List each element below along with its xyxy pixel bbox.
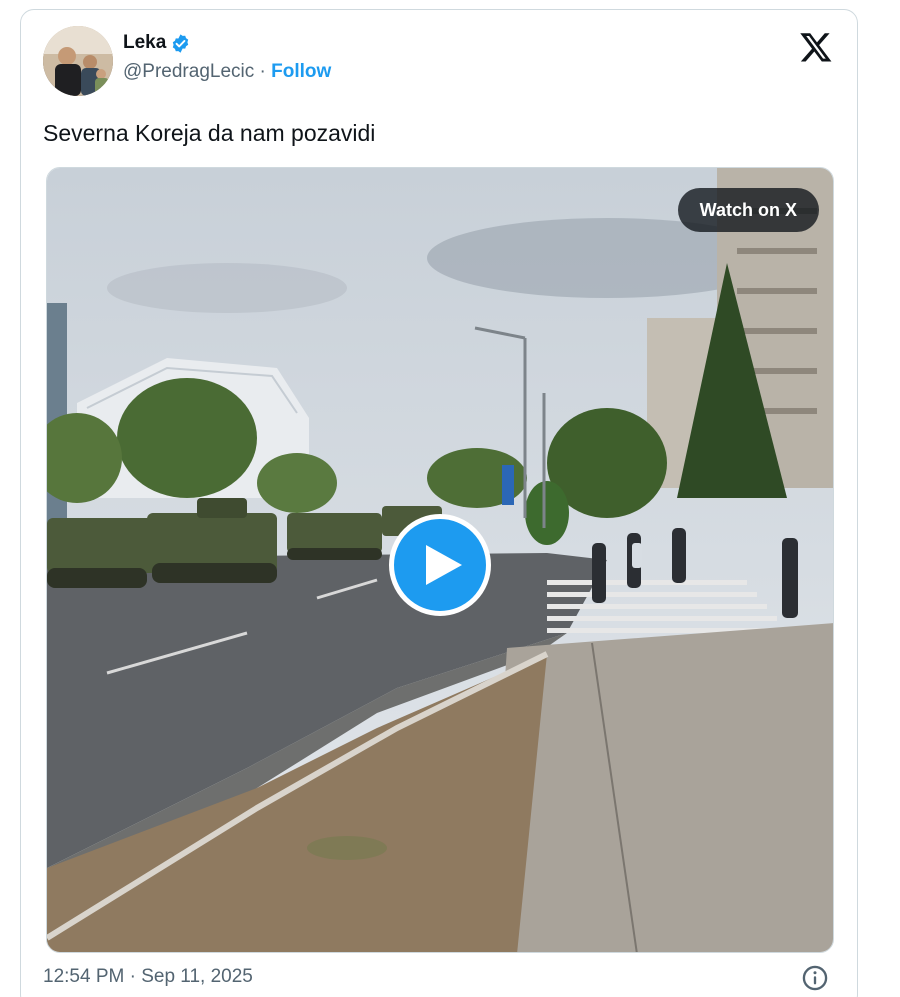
tweet-timestamp[interactable]: 12:54 PM · Sep 11, 2025 bbox=[43, 966, 253, 987]
tweet-header: Leka @PredragLecic · Follow bbox=[43, 24, 837, 96]
handle-separator: · bbox=[259, 61, 266, 82]
play-icon bbox=[426, 545, 462, 585]
verified-badge-icon bbox=[173, 33, 189, 53]
author-display-name[interactable]: Leka bbox=[123, 32, 166, 54]
author-handle[interactable]: @PredragLecic bbox=[123, 61, 254, 82]
x-logo-icon[interactable] bbox=[799, 30, 833, 64]
author-name-row[interactable]: Leka bbox=[123, 32, 191, 54]
video-media[interactable]: Watch on X bbox=[46, 167, 834, 953]
tweet-card: Leka @PredragLecic · Follow Severna Kore… bbox=[20, 9, 858, 997]
handle-row: @PredragLecic · Follow bbox=[123, 61, 331, 83]
avatar-image bbox=[43, 26, 113, 96]
info-icon[interactable] bbox=[801, 964, 829, 992]
tweet-footer: 12:54 PM · Sep 11, 2025 bbox=[43, 964, 837, 996]
author-info: Leka @PredragLecic · Follow bbox=[123, 32, 331, 83]
avatar[interactable] bbox=[43, 26, 113, 96]
follow-button[interactable]: Follow bbox=[271, 61, 331, 82]
tweet-text: Severna Koreja da nam pozavidi bbox=[43, 120, 376, 146]
watch-on-x-button[interactable]: Watch on X bbox=[677, 188, 819, 232]
play-button[interactable] bbox=[389, 514, 491, 616]
